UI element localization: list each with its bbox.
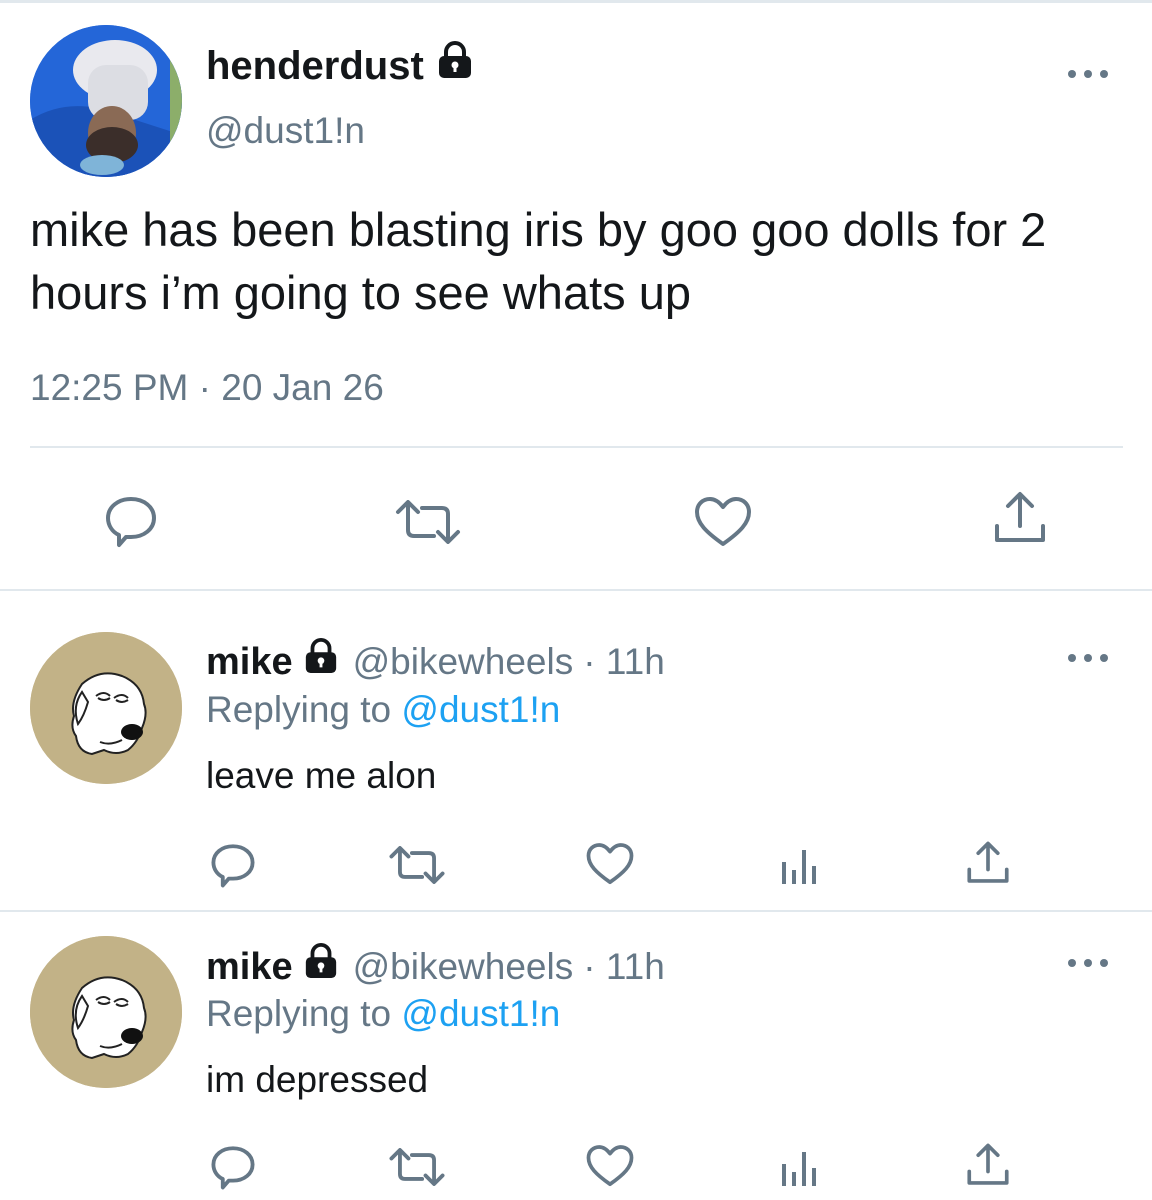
- main-author-handle[interactable]: @dust1!n: [206, 108, 365, 154]
- divider: [0, 910, 1152, 912]
- lock-icon: [436, 40, 474, 92]
- reply-button[interactable]: [104, 494, 158, 548]
- reply-author-row: mike @bikewheels · 11h: [206, 638, 665, 686]
- avatar[interactable]: [30, 936, 182, 1088]
- reply-button[interactable]: [210, 1144, 256, 1190]
- share-button[interactable]: [966, 1142, 1010, 1188]
- analytics-button[interactable]: [780, 1148, 820, 1188]
- author-handle[interactable]: @bikewheels: [353, 638, 574, 686]
- avatar[interactable]: [30, 632, 182, 784]
- mention-link[interactable]: @dust1!n: [401, 993, 560, 1034]
- tweet-thread: henderdust @dust1!n mike has been blasti…: [0, 0, 1152, 1200]
- tweet-text: mike has been blasting iris by goo goo d…: [30, 203, 1047, 319]
- main-author-name[interactable]: henderdust: [206, 40, 474, 92]
- replying-prefix: Replying to: [206, 993, 392, 1034]
- replying-prefix: Replying to: [206, 689, 392, 730]
- display-name[interactable]: mike: [206, 943, 293, 991]
- avatar[interactable]: [30, 25, 182, 177]
- author-handle[interactable]: @bikewheels: [353, 943, 574, 991]
- tweet-age: · 11h: [583, 641, 665, 682]
- display-name[interactable]: henderdust: [206, 40, 424, 92]
- lock-icon: [303, 638, 339, 686]
- reply-author-row: mike @bikewheels · 11h: [206, 943, 665, 991]
- like-button[interactable]: [586, 842, 634, 886]
- reply-text: im depressed: [206, 1059, 429, 1100]
- retweet-button[interactable]: [388, 1148, 446, 1186]
- share-button[interactable]: [966, 840, 1010, 886]
- replying-to: Replying to @dust1!n: [206, 686, 560, 734]
- analytics-button[interactable]: [780, 846, 820, 886]
- like-button[interactable]: [694, 496, 752, 548]
- tweet-timestamp[interactable]: 12:25 PM · 20 Jan 26: [30, 364, 384, 412]
- display-name[interactable]: mike: [206, 638, 293, 686]
- divider: [30, 446, 1123, 448]
- tweet-age: · 11h: [583, 946, 665, 987]
- replying-to: Replying to @dust1!n: [206, 990, 560, 1038]
- reply-button[interactable]: [210, 842, 256, 888]
- retweet-button[interactable]: [394, 500, 462, 544]
- retweet-button[interactable]: [388, 846, 446, 884]
- more-dots-icon[interactable]: [1068, 956, 1108, 970]
- divider: [0, 589, 1152, 591]
- lock-icon: [303, 943, 339, 991]
- more-dots-icon[interactable]: [1068, 67, 1108, 81]
- mention-link[interactable]: @dust1!n: [401, 689, 560, 730]
- top-divider: [0, 0, 1152, 3]
- reply-text: leave me alon: [206, 755, 437, 796]
- share-button[interactable]: [993, 490, 1047, 546]
- more-dots-icon[interactable]: [1068, 651, 1108, 665]
- like-button[interactable]: [586, 1144, 634, 1188]
